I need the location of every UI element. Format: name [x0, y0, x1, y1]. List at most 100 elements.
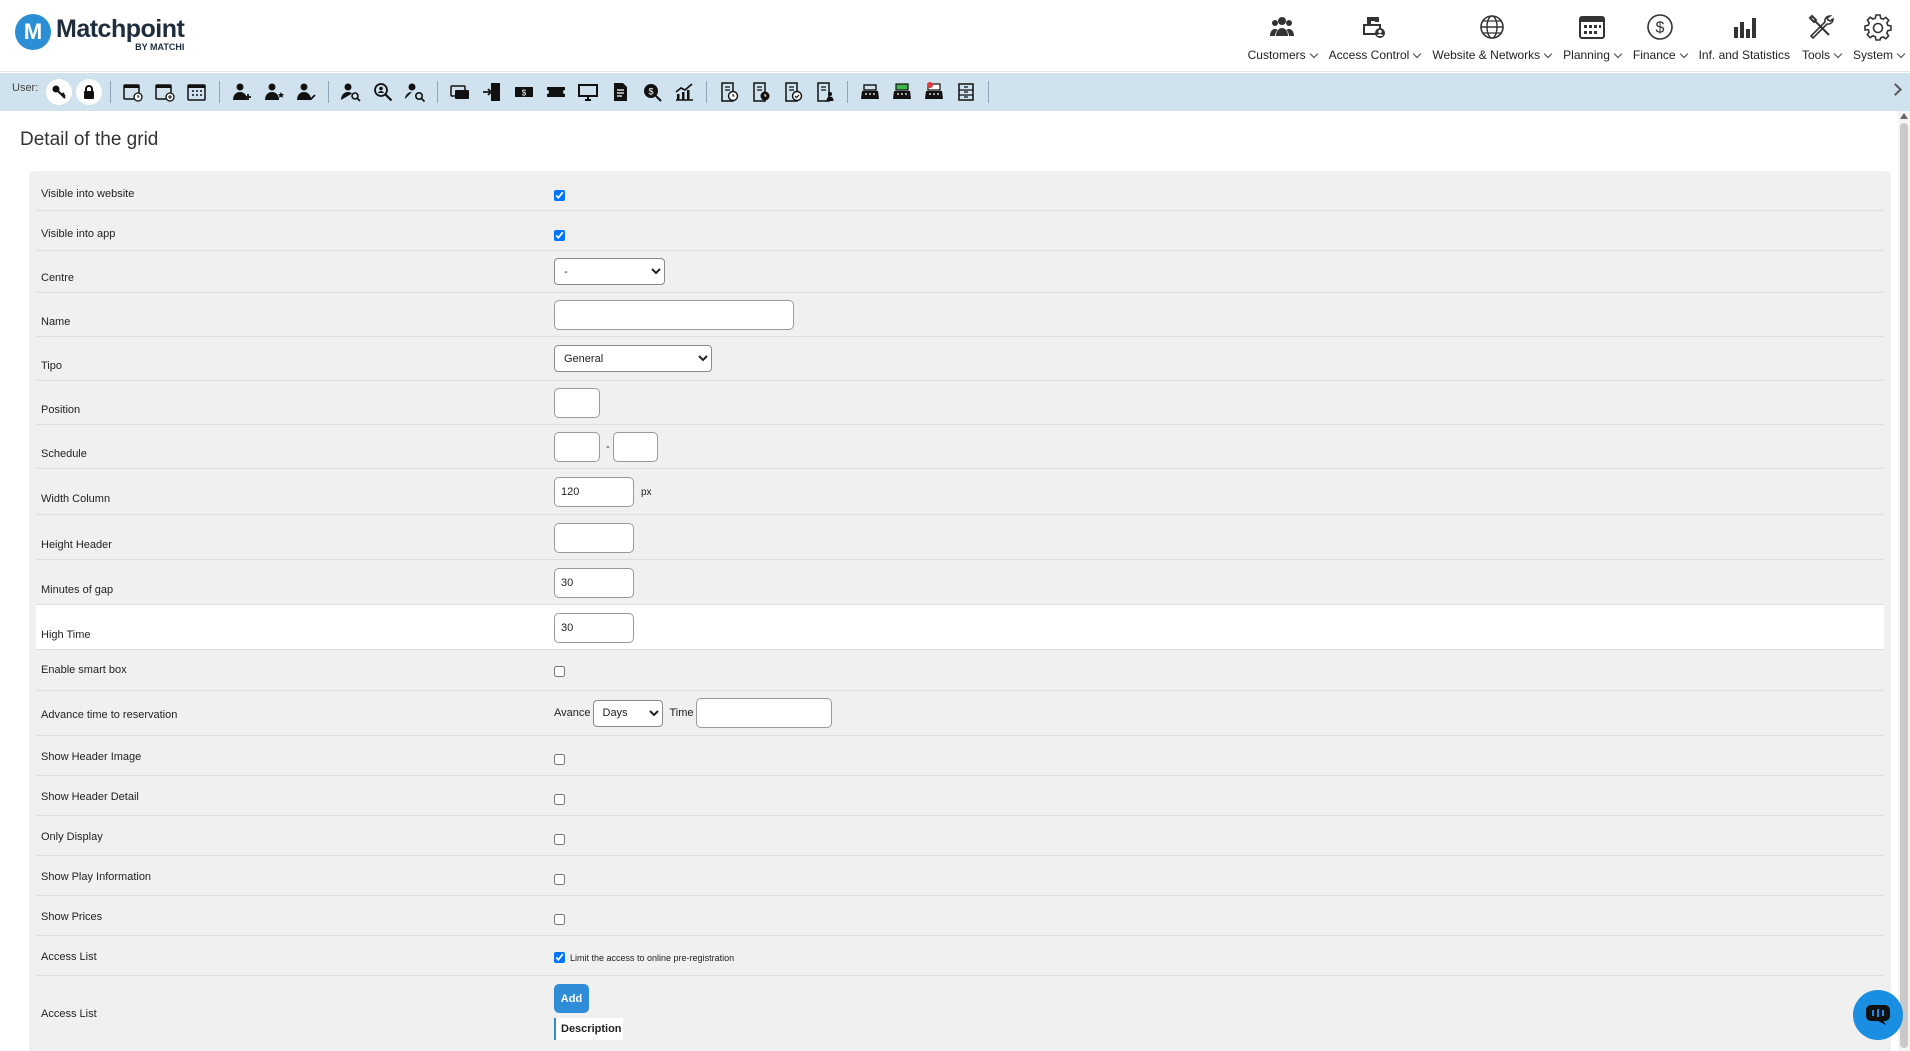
field-label: Advance time to reservation	[41, 709, 178, 721]
position-input[interactable]	[554, 388, 600, 418]
calendar-grid-icon[interactable]	[184, 79, 210, 105]
page-title: Detail of the grid	[20, 129, 159, 150]
receipt-clock-icon[interactable]	[716, 79, 742, 105]
show-header-detail-checkbox[interactable]	[554, 794, 565, 805]
access-table-header-description: Description	[554, 1018, 623, 1040]
user-star-icon[interactable]	[261, 79, 287, 105]
field-label: Position	[41, 404, 81, 416]
user-check-icon[interactable]	[293, 79, 319, 105]
form-row-name: Name	[36, 293, 1884, 337]
nav-statistics[interactable]: Inf. and Statistics	[1693, 6, 1796, 62]
schedule-to-input[interactable]	[612, 432, 658, 462]
high-time-input[interactable]	[554, 613, 634, 643]
only-display-checkbox[interactable]	[554, 834, 565, 845]
calendar-add-icon[interactable]	[152, 79, 178, 105]
nav-system-label: System	[1852, 48, 1893, 62]
user-search-icon[interactable]	[338, 79, 364, 105]
lock-icon[interactable]	[76, 79, 103, 105]
nav-customers-label: Customers	[1247, 48, 1306, 62]
nav-finance[interactable]: $ Finance	[1627, 6, 1693, 62]
nav-customers[interactable]: Customers	[1242, 6, 1323, 62]
brand-logo[interactable]: M Matchpoint BY MATCHI	[15, 14, 185, 52]
form-row-visible-website: Visible into website	[36, 171, 1884, 211]
calendar-clock-icon[interactable]	[120, 79, 146, 105]
monitor-icon[interactable]	[575, 79, 601, 105]
form-row-show-header-image: Show Header Image	[36, 736, 1884, 776]
zoom-user-icon[interactable]	[370, 79, 396, 105]
receipt-time-icon[interactable]	[748, 79, 774, 105]
field-label: High Time	[41, 629, 91, 641]
name-input[interactable]	[554, 300, 794, 330]
field-label: Tipo	[41, 360, 62, 372]
minutes-gap-input[interactable]	[554, 568, 634, 598]
chevron-down-icon	[1413, 49, 1422, 58]
field-label: Visible into website	[41, 188, 135, 200]
cash-register-close-icon[interactable]	[921, 79, 947, 105]
chat-button[interactable]	[1853, 990, 1903, 1040]
toolbar-separator	[437, 81, 439, 103]
limit-access-text: Limit the access to online pre-registrat…	[570, 952, 735, 963]
schedule-from-input[interactable]	[554, 432, 600, 462]
avance-unit-select[interactable]: Days	[592, 699, 663, 727]
coin-search-icon[interactable]: $	[639, 79, 665, 105]
chevron-down-icon	[1679, 49, 1688, 58]
cash-register-open-icon[interactable]	[889, 79, 915, 105]
limit-access-checkbox[interactable]	[554, 952, 565, 963]
scroll-up-arrow[interactable]	[1900, 113, 1908, 119]
nav-access-control-label: Access Control	[1328, 48, 1410, 62]
field-label: Only Display	[41, 831, 103, 843]
tipo-select[interactable]: General	[554, 345, 712, 372]
chart-line-icon[interactable]	[671, 79, 697, 105]
card-icon[interactable]	[447, 79, 473, 105]
nav-tools[interactable]: Tools	[1796, 6, 1847, 62]
field-label: Name	[41, 316, 71, 328]
ticket-icon[interactable]	[543, 79, 569, 105]
door-enter-icon[interactable]	[479, 79, 505, 105]
bar-chart-icon	[1734, 18, 1757, 38]
document-icon[interactable]	[607, 79, 633, 105]
field-label: Show Prices	[41, 911, 103, 923]
form-row-tipo: Tipo General	[36, 337, 1884, 381]
field-label: Enable smart box	[41, 664, 127, 676]
toolbar-separator	[988, 81, 990, 103]
show-prices-checkbox[interactable]	[554, 914, 565, 925]
scroll-thumb[interactable]	[1900, 123, 1908, 1048]
toolbar-separator	[847, 81, 849, 103]
chevron-down-icon	[1833, 49, 1843, 58]
svg-text:$: $	[522, 89, 527, 98]
add-access-button[interactable]: Add	[554, 984, 589, 1013]
form-row-centre: Centre -	[36, 251, 1884, 293]
chevron-right-icon[interactable]	[1889, 83, 1902, 96]
field-label: Access List	[41, 951, 97, 963]
form-row-high-time: High Time	[36, 605, 1884, 650]
form-row-access-list: Access List Add Description	[36, 976, 1884, 1051]
nav-planning[interactable]: Planning	[1557, 6, 1627, 62]
key-icon[interactable]	[46, 79, 73, 105]
receipt-check-icon[interactable]	[780, 79, 806, 105]
user-add-icon[interactable]	[229, 79, 255, 105]
form-row-advance-time: Advance time to reservation Avance Days …	[36, 691, 1884, 736]
centre-select[interactable]: -	[554, 258, 665, 285]
cash-register-icon[interactable]	[857, 79, 883, 105]
chevron-down-icon	[1309, 49, 1318, 58]
nav-website-networks[interactable]: Website & Networks	[1426, 6, 1557, 62]
person-search-icon[interactable]	[402, 79, 428, 105]
visible-website-checkbox[interactable]	[554, 190, 565, 201]
field-label: Centre	[41, 272, 75, 284]
height-header-input[interactable]	[554, 523, 634, 553]
drawer-icon[interactable]	[953, 79, 979, 105]
chevron-down-icon	[1613, 49, 1623, 58]
advance-time-input[interactable]	[695, 698, 832, 728]
vertical-scrollbar[interactable]	[1898, 111, 1910, 1051]
width-column-input[interactable]	[554, 477, 634, 507]
calendar-icon	[1579, 16, 1606, 39]
receipt-person-icon[interactable]	[812, 79, 838, 105]
show-header-image-checkbox[interactable]	[554, 754, 565, 765]
nav-access-control[interactable]: Access Control	[1323, 6, 1427, 62]
smart-box-checkbox[interactable]	[554, 666, 565, 677]
visible-app-checkbox[interactable]	[554, 230, 565, 241]
nav-system[interactable]: System	[1847, 6, 1910, 62]
field-label: Minutes of gap	[41, 584, 114, 596]
money-icon[interactable]: $	[511, 79, 537, 105]
show-play-info-checkbox[interactable]	[554, 874, 565, 885]
